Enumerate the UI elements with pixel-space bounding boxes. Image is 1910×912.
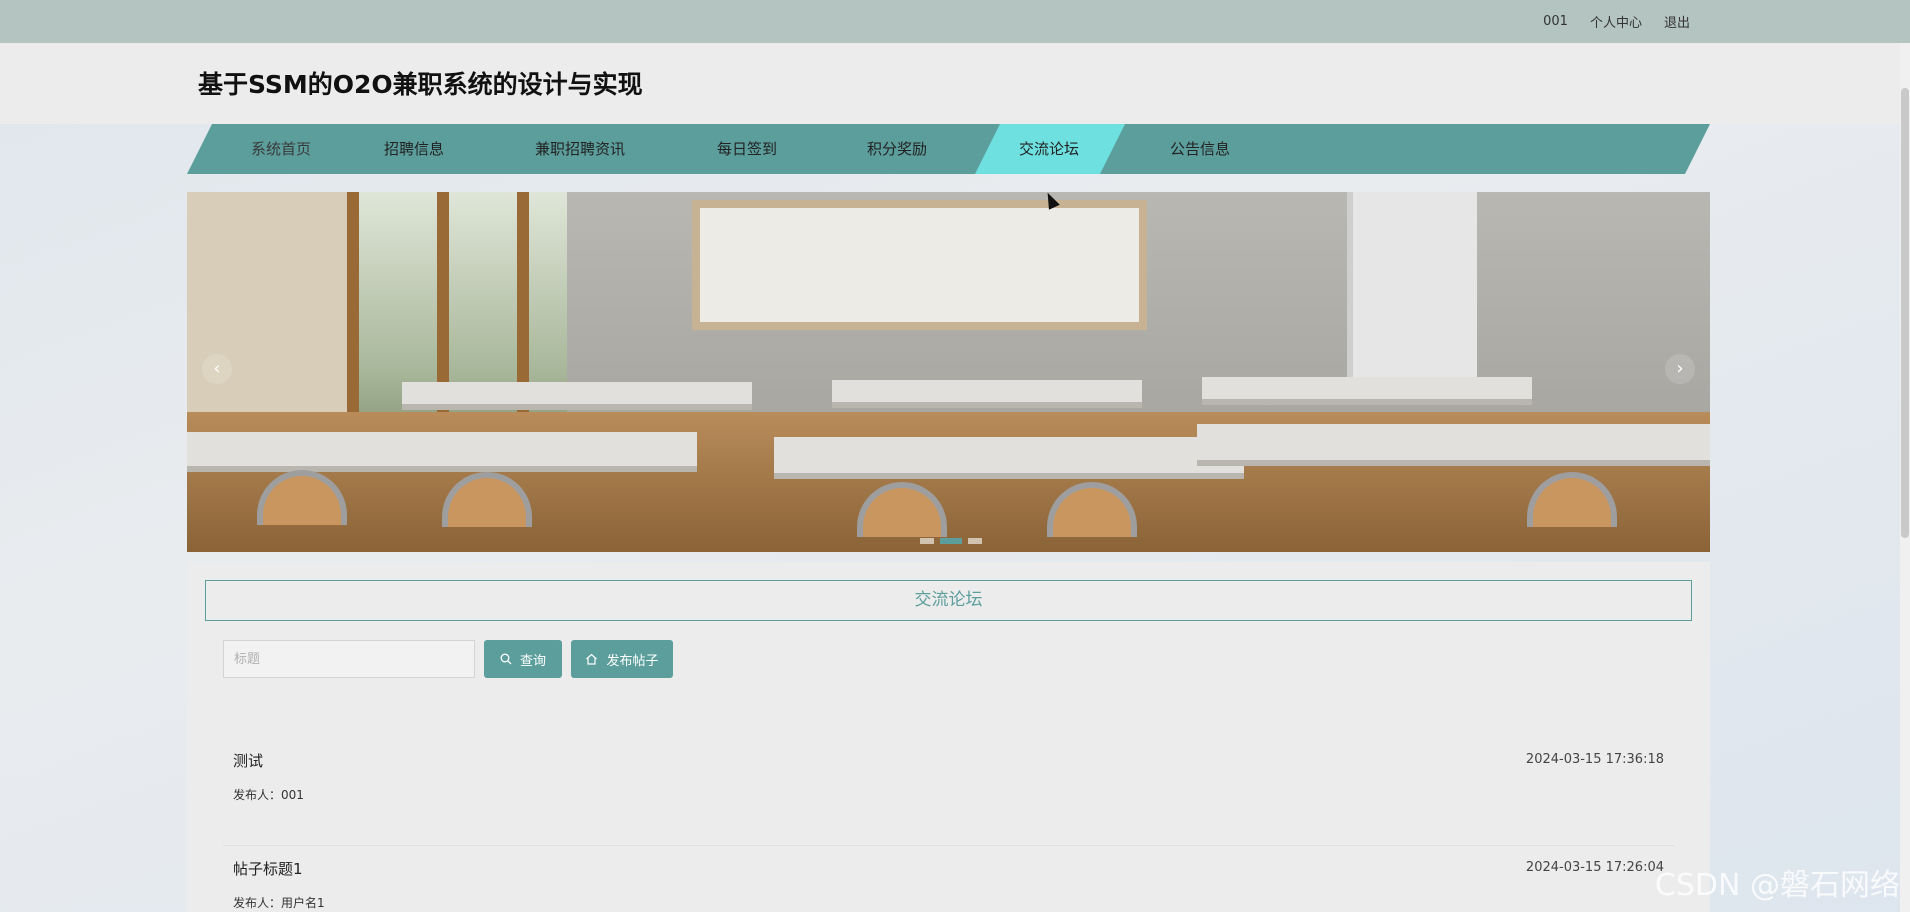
main-nav: 系统首页 招聘信息 兼职招聘资讯 每日签到 积分奖励 交流论坛 公告信息 <box>187 124 1710 174</box>
banner-indicator[interactable] <box>968 538 982 544</box>
post-author: 发布人：001 <box>233 788 304 802</box>
post-title[interactable]: 测试 <box>233 750 263 771</box>
post-item[interactable]: 测试 2024-03-15 17:36:18 发布人：001 <box>187 738 1710 846</box>
publish-post-button[interactable]: 发布帖子 <box>571 640 673 678</box>
home-icon <box>586 653 598 665</box>
banner-prev-icon[interactable]: ‹ <box>202 354 232 384</box>
search-button[interactable]: 查询 <box>484 640 562 678</box>
nav-item-notice[interactable]: 公告信息 <box>1170 124 1230 174</box>
post-time: 2024-03-15 17:26:04 <box>1525 860 1664 875</box>
user-links: 001 个人中心 退出 <box>1543 0 1690 43</box>
page-scrollbar[interactable] <box>1900 43 1910 912</box>
banner-table <box>832 380 1142 408</box>
site-header: 基于SSM的O2O兼职系统的设计与实现 <box>0 43 1900 124</box>
banner-table <box>402 382 752 410</box>
banner-table <box>1202 377 1532 405</box>
banner-indicator-active[interactable] <box>940 538 962 544</box>
publish-post-label: 发布帖子 <box>606 653 659 669</box>
forum-panel: 交流论坛 查询 发布帖子 测试 2024-03-15 17:36:18 发布人：… <box>187 562 1710 912</box>
banner-table <box>187 432 697 472</box>
top-bar: 001 个人中心 退出 <box>0 0 1910 43</box>
post-author: 发布人：用户名1 <box>233 896 325 910</box>
section-title: 交流论坛 <box>205 580 1692 621</box>
nav-item-forum[interactable]: 交流论坛 <box>1019 124 1079 174</box>
post-title[interactable]: 帖子标题1 <box>233 858 303 879</box>
banner-table <box>1197 424 1710 466</box>
title-search-input[interactable] <box>223 640 475 678</box>
banner-whiteboard <box>692 200 1147 330</box>
logout-link[interactable]: 退出 <box>1664 12 1690 31</box>
username-link[interactable]: 001 <box>1543 14 1568 29</box>
banner-indicator[interactable] <box>920 538 934 544</box>
site-title: 基于SSM的O2O兼职系统的设计与实现 <box>198 70 643 99</box>
nav-item-recruit[interactable]: 招聘信息 <box>384 124 444 174</box>
banner-carousel[interactable]: ‹ › <box>187 192 1710 552</box>
watermark: CSDN @磐石网络 <box>1654 868 1900 903</box>
post-item[interactable]: 帖子标题1 2024-03-15 17:26:04 发布人：用户名1 <box>187 846 1710 912</box>
post-time: 2024-03-15 17:36:18 <box>1525 752 1664 767</box>
nav-item-home[interactable]: 系统首页 <box>251 124 311 174</box>
banner-door <box>1347 192 1477 382</box>
scrollbar-thumb[interactable] <box>1901 88 1909 538</box>
nav-item-parttime-news[interactable]: 兼职招聘资讯 <box>535 124 625 174</box>
profile-link[interactable]: 个人中心 <box>1590 12 1642 31</box>
nav-item-points[interactable]: 积分奖励 <box>867 124 927 174</box>
banner-table <box>774 437 1244 479</box>
banner-next-icon[interactable]: › <box>1665 354 1695 384</box>
banner-indicators <box>920 538 982 544</box>
nav-item-checkin[interactable]: 每日签到 <box>717 124 777 174</box>
search-icon <box>500 653 512 665</box>
search-button-label: 查询 <box>519 653 546 669</box>
